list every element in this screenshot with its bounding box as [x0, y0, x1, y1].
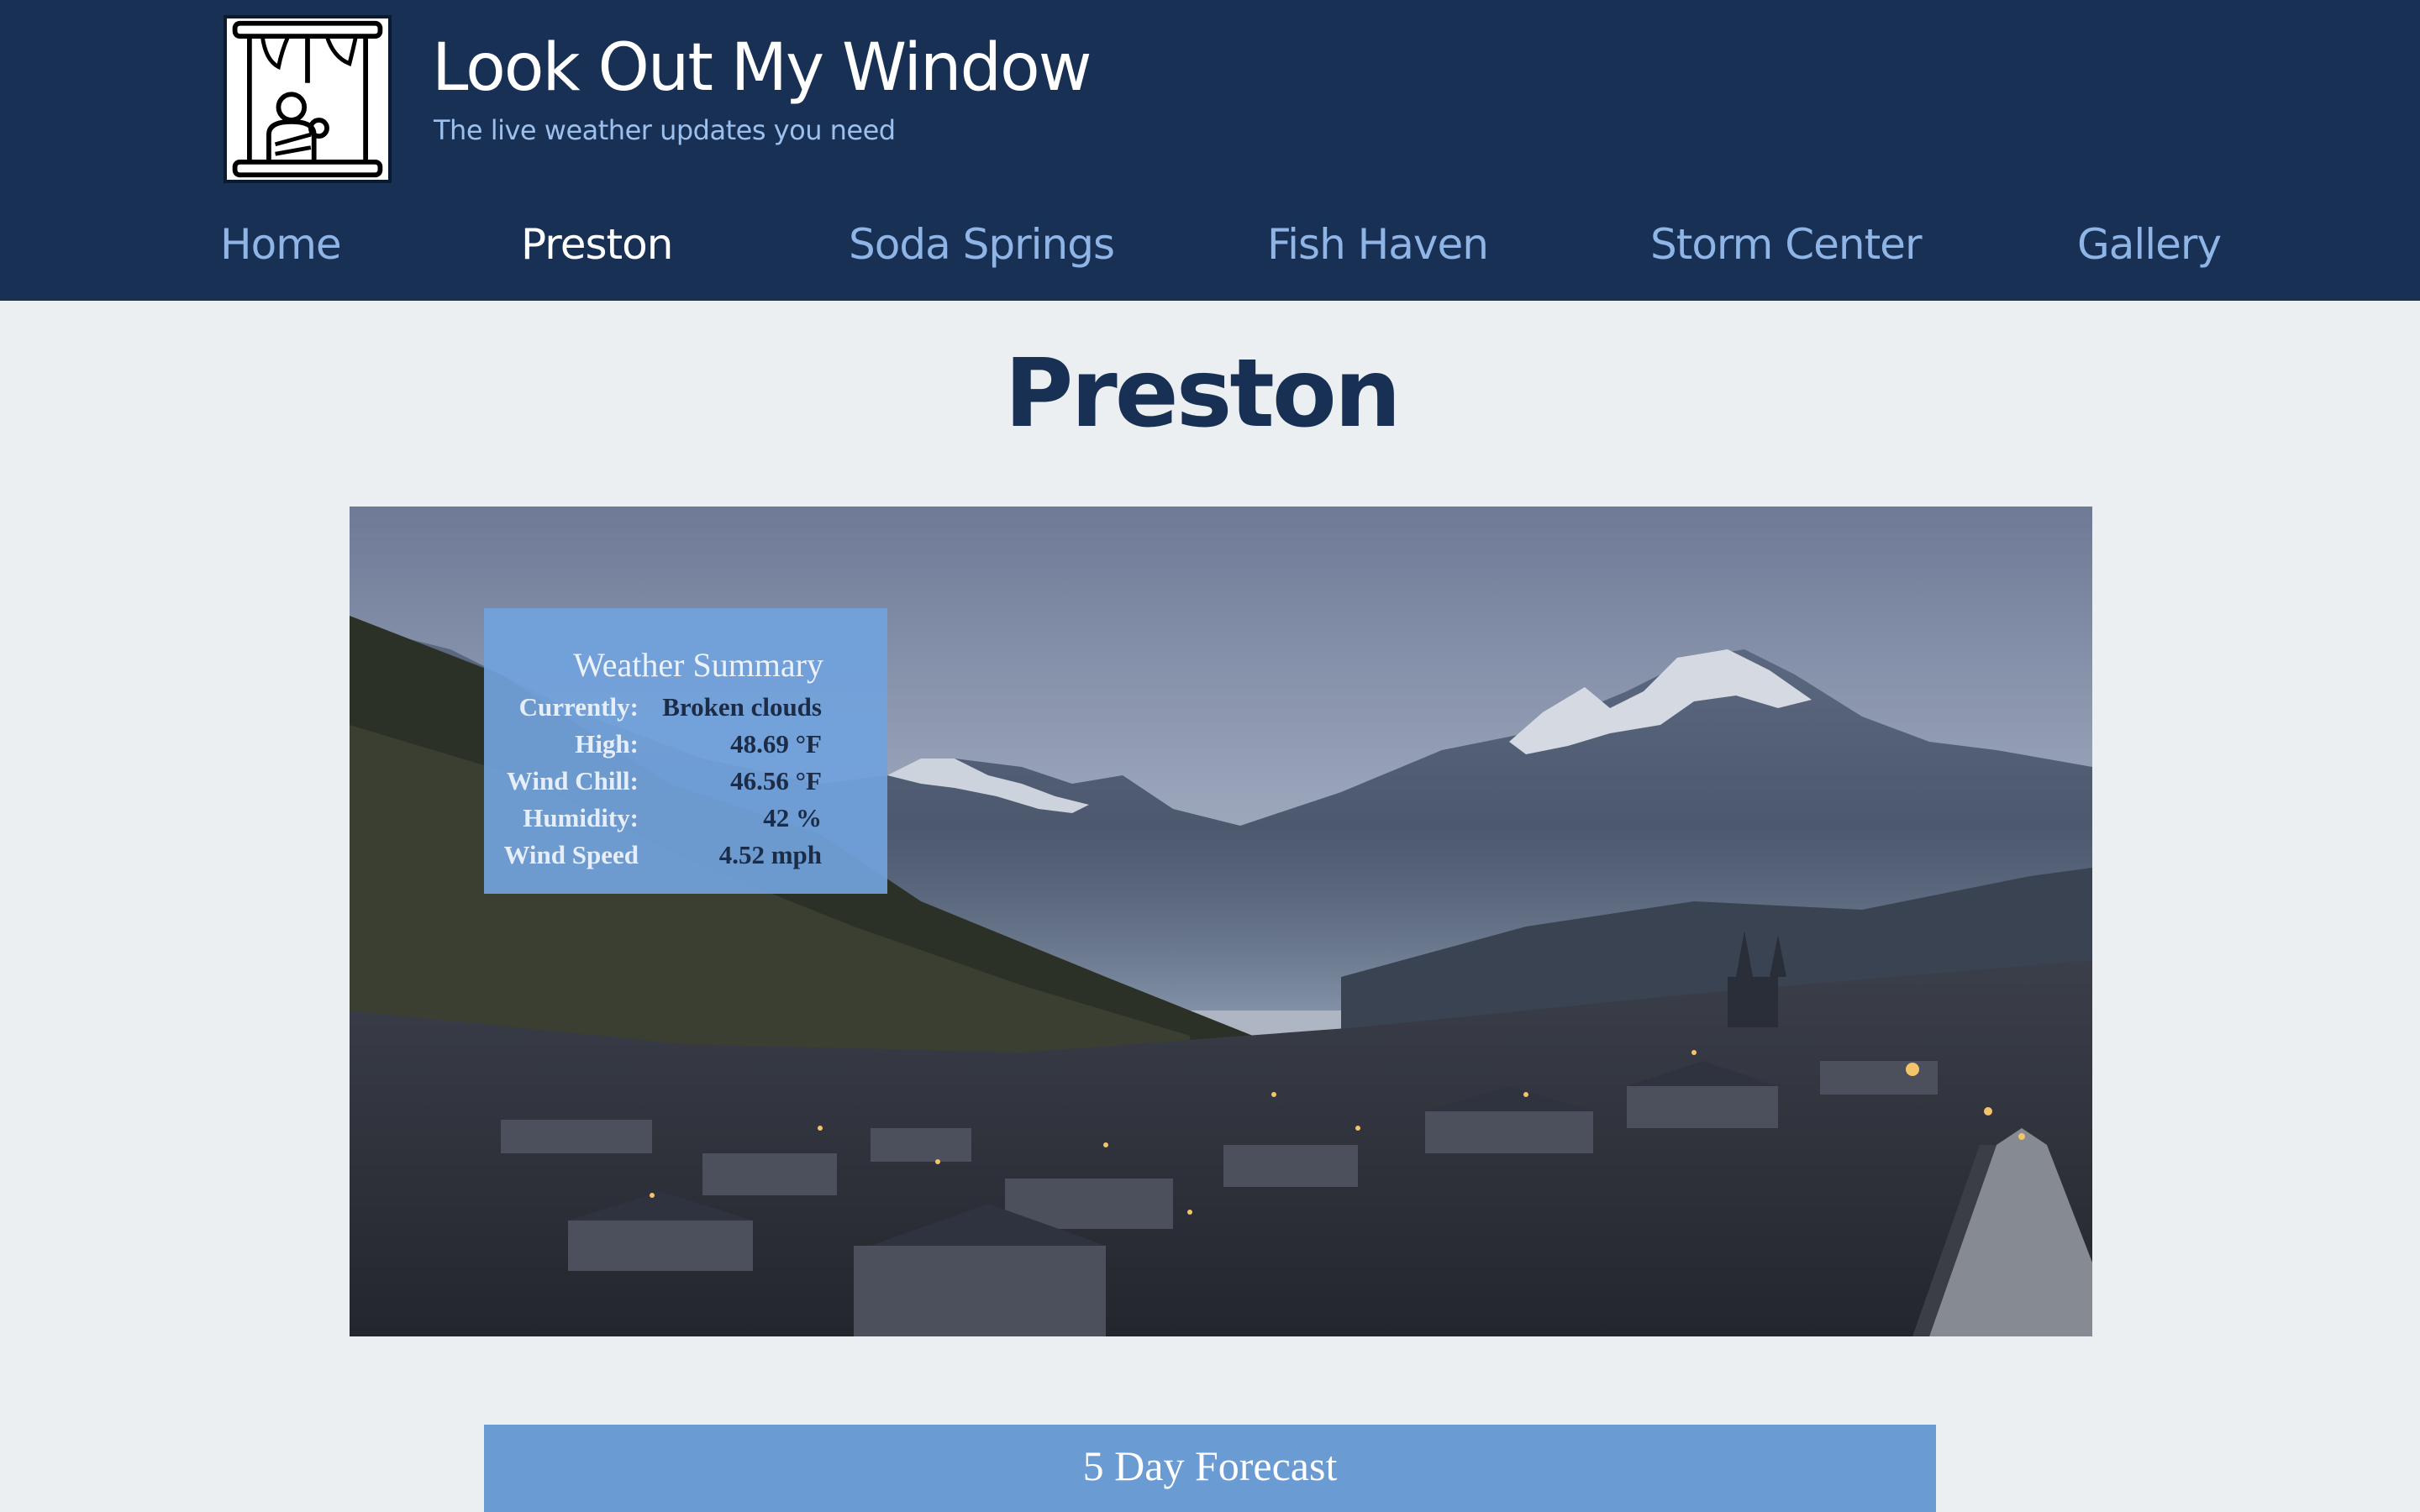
summary-value: 48.69 °F [730, 729, 822, 759]
summary-row-currently: Currently: Broken clouds [484, 692, 887, 729]
summary-label: Humidity: [523, 803, 639, 832]
nav-home[interactable]: Home [220, 220, 342, 269]
weather-summary-title: Weather Summary [573, 646, 823, 684]
nav-storm-center[interactable]: Storm Center [1650, 220, 1922, 269]
summary-value: 4.52 mph [718, 840, 822, 869]
nav-soda-springs[interactable]: Soda Springs [849, 220, 1115, 269]
summary-row-high: High: 48.69 °F [484, 729, 887, 766]
weather-summary: Weather Summary Currently: Broken clouds… [484, 608, 887, 894]
summary-row-wind-speed: Wind Speed 4.52 mph [484, 840, 887, 877]
summary-row-humidity: Humidity: 42 % [484, 803, 887, 840]
window-person-icon[interactable] [224, 15, 392, 183]
summary-value: 42 % [763, 803, 822, 832]
forecast-section: 5 Day Forecast [484, 1425, 1936, 1512]
summary-label: Currently: [518, 692, 639, 722]
site-header: Look Out My Window The live weather upda… [0, 0, 2420, 301]
main-nav: Home Preston Soda Springs Fish Haven Sto… [0, 210, 2420, 294]
site-tagline: The live weather updates you need [434, 114, 896, 146]
summary-label: High: [575, 729, 639, 759]
summary-label: Wind Chill: [506, 766, 639, 795]
nav-fish-haven[interactable]: Fish Haven [1267, 220, 1489, 269]
summary-row-wind-chill: Wind Chill: 46.56 °F [484, 766, 887, 803]
site-title: Look Out My Window [432, 30, 1092, 106]
summary-value: 46.56 °F [730, 766, 822, 795]
nav-gallery[interactable]: Gallery [2077, 220, 2222, 269]
summary-label: Wind Speed [503, 840, 639, 869]
summary-value: Broken clouds [662, 692, 822, 722]
page-title: Preston [1004, 339, 1401, 449]
nav-preston[interactable]: Preston [521, 220, 673, 269]
forecast-title: 5 Day Forecast [1082, 1442, 1338, 1489]
